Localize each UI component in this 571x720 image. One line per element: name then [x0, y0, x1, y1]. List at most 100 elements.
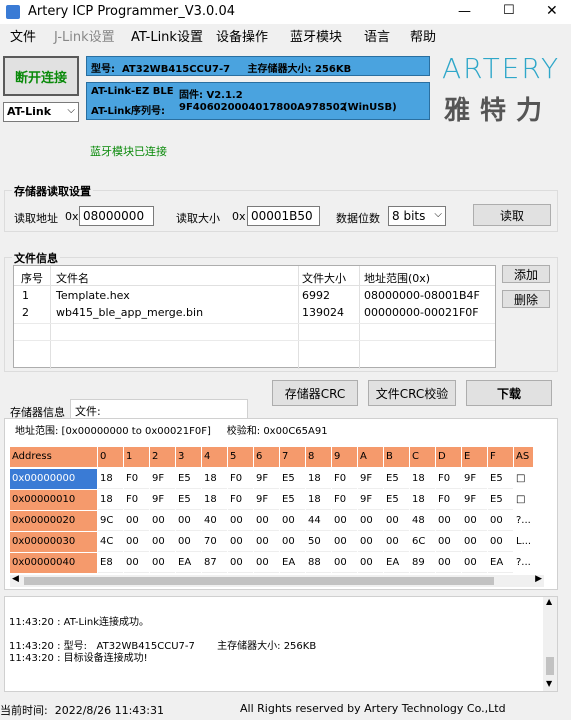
hex-byte[interactable]: EA	[384, 553, 409, 573]
hex-byte[interactable]: 00	[384, 511, 409, 531]
hex-byte[interactable]: 9F	[462, 490, 487, 510]
hex-byte[interactable]: 9F	[358, 490, 383, 510]
link-type-select[interactable]: AT-Link ⌵	[3, 102, 79, 122]
hex-byte[interactable]: 18	[306, 469, 331, 489]
hex-byte[interactable]: 00	[176, 511, 201, 531]
hex-byte[interactable]: 00	[254, 511, 279, 531]
menu-language[interactable]: 语言	[364, 26, 390, 45]
read-size-input[interactable]: 00001B50	[247, 206, 320, 226]
hex-byte[interactable]: 70	[202, 532, 227, 552]
close-icon[interactable]: ✕	[546, 3, 558, 19]
hex-byte[interactable]: 00	[462, 553, 487, 573]
read-address-input[interactable]: 08000000	[79, 206, 154, 226]
hex-byte[interactable]: 00	[462, 511, 487, 531]
hex-byte[interactable]: E8	[98, 553, 123, 573]
hex-byte[interactable]: 18	[202, 469, 227, 489]
log-scrollbar[interactable]: ▲ ▼	[543, 597, 557, 691]
hex-byte[interactable]: 6C	[410, 532, 435, 552]
scroll-left-icon[interactable]: ◀	[12, 574, 19, 584]
hex-byte[interactable]: 00	[228, 532, 253, 552]
menu-bluetooth[interactable]: 蓝牙模块	[290, 26, 342, 45]
hex-byte[interactable]: 9F	[150, 490, 175, 510]
scroll-up-icon[interactable]: ▲	[546, 597, 552, 606]
hex-byte[interactable]: 00	[254, 532, 279, 552]
memory-crc-button[interactable]: 存储器CRC	[272, 380, 358, 406]
hex-byte[interactable]: 00	[384, 532, 409, 552]
hex-byte[interactable]: F0	[228, 490, 253, 510]
hex-byte[interactable]: 9F	[254, 469, 279, 489]
hex-byte[interactable]: 9F	[462, 469, 487, 489]
file-crc-button[interactable]: 文件CRC校验	[368, 380, 456, 406]
hex-byte[interactable]: E5	[176, 469, 201, 489]
hex-byte[interactable]: 00	[436, 553, 461, 573]
hex-byte[interactable]: 50	[306, 532, 331, 552]
col-range[interactable]: 地址范围(0x)	[364, 270, 430, 286]
hex-byte[interactable]: F0	[228, 469, 253, 489]
tab-file[interactable]: 文件: wb415_ble_app_merge.bin	[70, 399, 248, 432]
hex-byte[interactable]: 44	[306, 511, 331, 531]
hex-byte[interactable]: 18	[410, 469, 435, 489]
hex-byte[interactable]: 00	[280, 511, 305, 531]
hex-byte[interactable]: 4C	[98, 532, 123, 552]
disconnect-button[interactable]: 断开连接	[3, 56, 79, 96]
table-row[interactable]: 1 Template.hex 6992 08000000-08001B4F	[14, 288, 495, 304]
data-width-select[interactable]: 8 bits ⌵	[388, 206, 446, 226]
hex-byte[interactable]: 00	[358, 532, 383, 552]
download-button[interactable]: 下载	[466, 380, 552, 406]
hex-byte[interactable]: F0	[332, 469, 357, 489]
hex-byte[interactable]: 00	[150, 511, 175, 531]
col-filename[interactable]: 文件名	[56, 270, 89, 286]
menu-atlink[interactable]: AT-Link设置	[131, 26, 203, 45]
hex-byte[interactable]: E5	[488, 490, 513, 510]
hex-byte[interactable]: E5	[384, 490, 409, 510]
hex-byte[interactable]: 00	[176, 532, 201, 552]
hex-byte[interactable]: 40	[202, 511, 227, 531]
hex-byte[interactable]: 18	[98, 490, 123, 510]
col-index[interactable]: 序号	[21, 270, 43, 286]
hex-byte[interactable]: 88	[306, 553, 331, 573]
menu-file[interactable]: 文件	[10, 26, 36, 45]
hex-byte[interactable]: 9F	[150, 469, 175, 489]
hex-byte[interactable]: 9C	[98, 511, 123, 531]
maximize-icon[interactable]: ☐	[503, 3, 515, 18]
hex-byte[interactable]: F0	[124, 490, 149, 510]
hex-byte[interactable]: E5	[488, 469, 513, 489]
read-button[interactable]: 读取	[473, 204, 551, 226]
hex-byte[interactable]: 18	[410, 490, 435, 510]
hex-horizontal-scrollbar[interactable]: ◀ ▶	[10, 574, 544, 587]
hex-byte[interactable]: E5	[280, 490, 305, 510]
menu-help[interactable]: 帮助	[410, 26, 436, 45]
hex-byte[interactable]: 48	[410, 511, 435, 531]
hex-byte[interactable]: 9F	[254, 490, 279, 510]
table-row[interactable]: 2 wb415_ble_app_merge.bin 139024 0000000…	[14, 305, 495, 321]
hex-byte[interactable]: F0	[436, 490, 461, 510]
hex-byte[interactable]: F0	[332, 490, 357, 510]
scroll-thumb[interactable]	[24, 577, 494, 585]
hex-byte[interactable]: 00	[124, 532, 149, 552]
hex-byte[interactable]: 00	[150, 553, 175, 573]
hex-byte[interactable]: 00	[228, 553, 253, 573]
scroll-down-icon[interactable]: ▼	[546, 679, 552, 688]
hex-byte[interactable]: F0	[124, 469, 149, 489]
hex-byte[interactable]: 9F	[358, 469, 383, 489]
hex-byte[interactable]: 18	[202, 490, 227, 510]
hex-byte[interactable]: EA	[176, 553, 201, 573]
scroll-right-icon[interactable]: ▶	[535, 574, 542, 584]
hex-byte[interactable]: 00	[332, 511, 357, 531]
hex-byte[interactable]: EA	[488, 553, 513, 573]
delete-file-button[interactable]: 删除	[502, 290, 550, 308]
hex-byte[interactable]: 00	[150, 532, 175, 552]
hex-byte[interactable]: 00	[436, 532, 461, 552]
hex-byte[interactable]: 00	[332, 532, 357, 552]
hex-byte[interactable]: 00	[358, 511, 383, 531]
hex-byte[interactable]: 89	[410, 553, 435, 573]
hex-byte[interactable]: 00	[488, 511, 513, 531]
hex-byte[interactable]: 87	[202, 553, 227, 573]
hex-byte[interactable]: 00	[462, 532, 487, 552]
hex-byte[interactable]: 00	[280, 532, 305, 552]
hex-byte[interactable]: 18	[306, 490, 331, 510]
hex-byte[interactable]: 00	[228, 511, 253, 531]
minimize-icon[interactable]: —	[458, 4, 471, 19]
tab-memory-info[interactable]: 存储器信息	[8, 402, 68, 419]
log-area[interactable]: 11:43:20 : AT-Link连接成功。 11:43:20 : 型号: A…	[4, 596, 558, 692]
